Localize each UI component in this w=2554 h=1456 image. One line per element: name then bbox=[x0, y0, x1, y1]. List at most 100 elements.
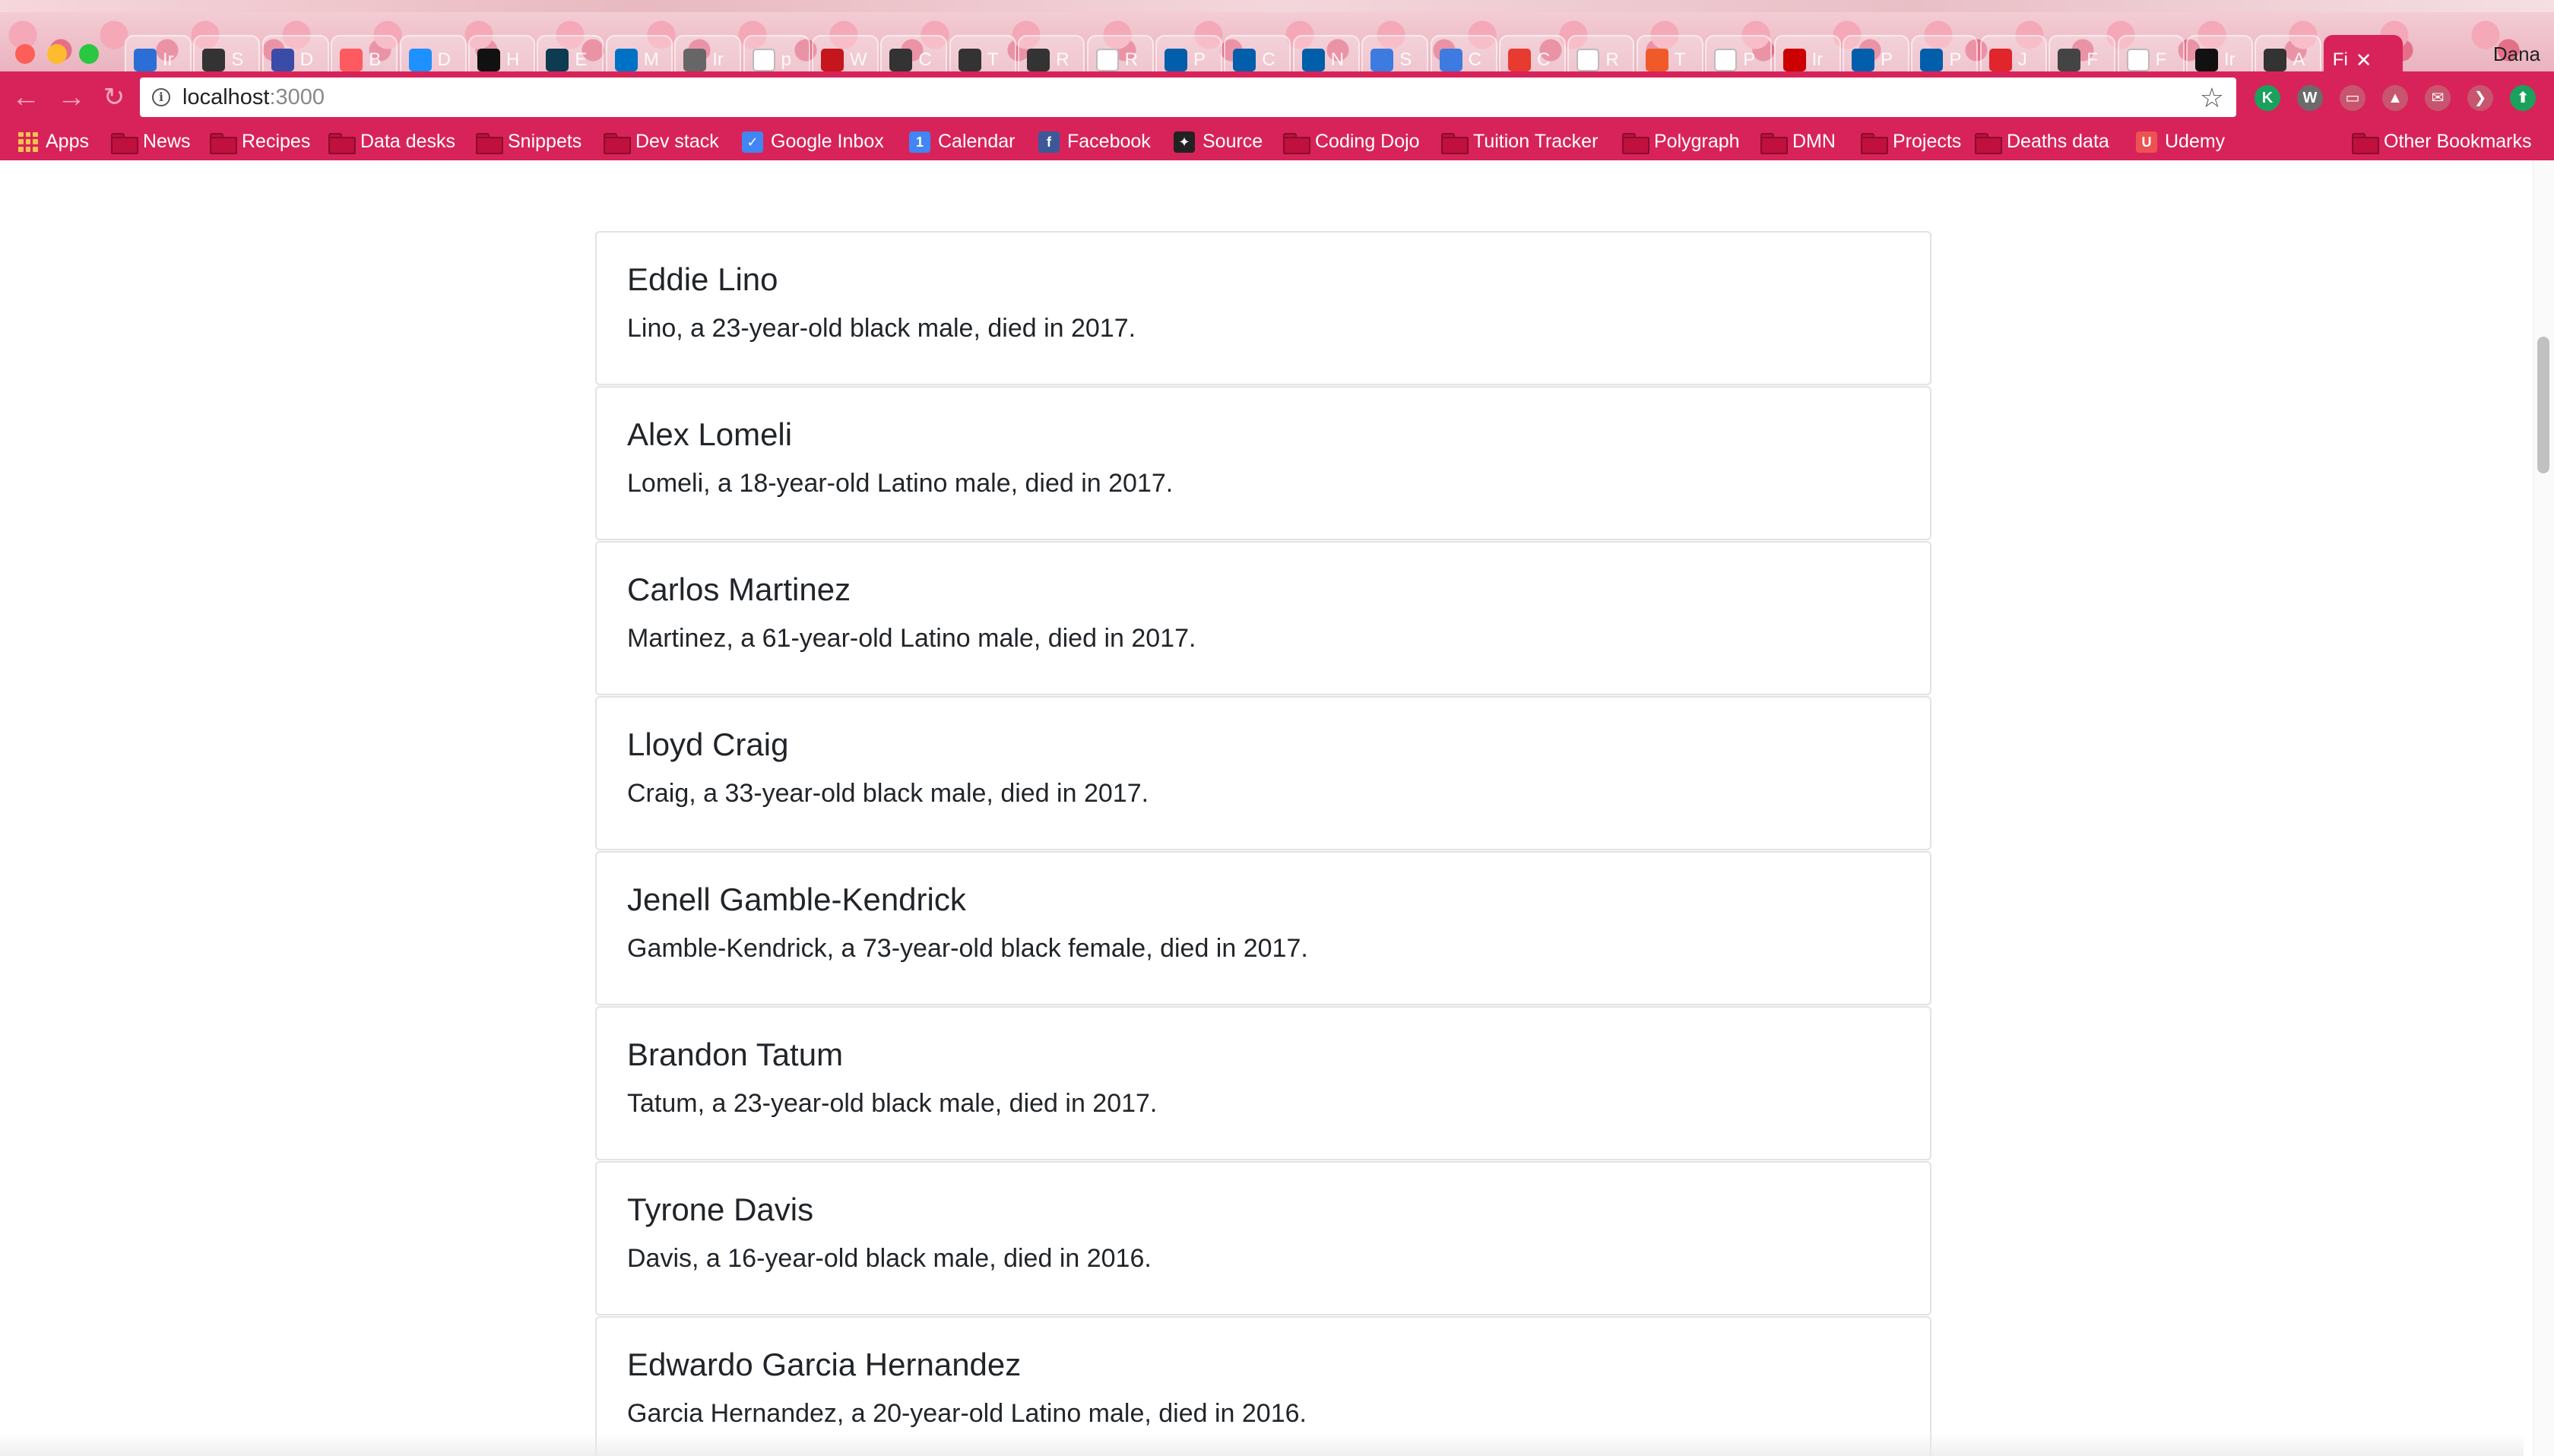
apps-grid-icon bbox=[18, 131, 38, 152]
person-name: Carlos Martinez bbox=[627, 571, 851, 607]
book-icon bbox=[2058, 49, 2081, 71]
tab-title: A bbox=[2293, 49, 2305, 70]
bookmark-tuition-tracker[interactable]: Tuition Tracker bbox=[1441, 123, 1598, 160]
info-icon[interactable]: i bbox=[152, 88, 170, 106]
calendar-icon: 1 bbox=[909, 131, 930, 153]
tab-title: Fi bbox=[2332, 49, 2348, 70]
cdc-icon bbox=[1852, 49, 1874, 71]
bookmarks-bar: Apps News Recipes Data desks Snippets Dev sta… bbox=[0, 123, 2554, 160]
url-text[interactable]: localhost:3000 bbox=[182, 85, 325, 110]
k-extension-icon[interactable]: K bbox=[2255, 85, 2280, 111]
tab-title: P bbox=[1881, 49, 1893, 70]
bar-chart-icon bbox=[2264, 49, 2287, 71]
tab-title: R bbox=[1605, 49, 1619, 70]
person-card: Carlos Martinez Martinez, a 61-year-old L… bbox=[595, 541, 1931, 695]
bookmark-label: Snippets bbox=[508, 131, 582, 152]
person-card: Alex Lomeli Lomeli, a 18-year-old Latino … bbox=[595, 386, 1931, 540]
maximize-window-button[interactable] bbox=[79, 44, 99, 64]
tab-title: C bbox=[918, 49, 932, 70]
tab-title: S bbox=[231, 49, 244, 70]
tab-title: C bbox=[1537, 49, 1551, 70]
d-icon bbox=[408, 49, 432, 71]
bookmark-coding-dojo[interactable]: Coding Dojo bbox=[1283, 123, 1420, 160]
bookmark-apps[interactable]: Apps bbox=[18, 123, 89, 160]
person-name: Jenell Gamble-Kendrick bbox=[627, 882, 966, 917]
bookmark-label: Deaths data bbox=[2007, 131, 2109, 152]
bookmark-google-inbox[interactable]: ✓ Google Inbox bbox=[742, 123, 884, 160]
bookmark-polygraph[interactable]: Polygraph bbox=[1622, 123, 1740, 160]
pocket-icon[interactable]: ❯ bbox=[2467, 85, 2493, 111]
bookmark-dmn[interactable]: DMN bbox=[1760, 123, 1836, 160]
folder-icon bbox=[111, 132, 138, 154]
folder-icon bbox=[604, 132, 631, 154]
scrollbar-thumb[interactable] bbox=[2537, 337, 2549, 473]
doc-icon bbox=[1095, 49, 1119, 71]
facebook-icon: f bbox=[1038, 131, 1060, 153]
tab-title: p bbox=[781, 49, 791, 70]
person-description: Gamble-Kendrick, a 73-year-old black fem… bbox=[627, 934, 1308, 963]
bookmark-label: DMN bbox=[1792, 131, 1836, 152]
person-name: Eddie Lino bbox=[627, 261, 778, 297]
bt-icon bbox=[1645, 49, 1668, 71]
bookmark-snippets[interactable]: Snippets bbox=[476, 123, 581, 160]
nyt-icon bbox=[477, 49, 500, 71]
udemy-icon: U bbox=[2136, 131, 2157, 153]
bookmark-calendar[interactable]: 1 Calendar bbox=[909, 123, 1015, 160]
w-extension-icon[interactable]: W bbox=[2297, 85, 2323, 111]
bookmark-facebook[interactable]: f Facebook bbox=[1038, 123, 1151, 160]
folder-icon bbox=[1441, 132, 1469, 154]
bookmark-udemy[interactable]: U Udemy bbox=[2136, 123, 2225, 160]
profile-name[interactable]: Dana bbox=[2493, 43, 2540, 66]
back-button[interactable]: ← bbox=[11, 82, 41, 112]
person-description: Garcia Hernandez, a 20-year-old Latino m… bbox=[627, 1399, 1307, 1428]
github-icon bbox=[2195, 49, 2218, 71]
bookmark-label: Source bbox=[1203, 131, 1263, 152]
scatter-icon bbox=[683, 49, 707, 71]
google-inbox-icon: ✓ bbox=[742, 131, 763, 153]
tab-title: M bbox=[643, 49, 659, 70]
person-name: Lloyd Craig bbox=[627, 726, 789, 762]
tab-title: D bbox=[299, 49, 314, 70]
tab-title: H bbox=[506, 49, 520, 70]
bookmark-source[interactable]: ✦ Source bbox=[1174, 123, 1263, 160]
close-window-button[interactable] bbox=[15, 44, 35, 64]
t-icon bbox=[1508, 49, 1531, 71]
bookmark-label: Facebook bbox=[1067, 131, 1151, 152]
close-tab-icon[interactable]: ✕ bbox=[2356, 49, 2372, 72]
bookmark-data-desks[interactable]: Data desks bbox=[328, 123, 455, 160]
people-list: Eddie Lino Lino, a 23-year-old black male… bbox=[595, 231, 1931, 1456]
person-description: Davis, a 16-year-old black male, died in… bbox=[627, 1244, 1152, 1273]
address-bar[interactable]: i localhost:3000 ☆ bbox=[140, 78, 2236, 117]
doc-icon bbox=[752, 49, 775, 71]
bookmark-recipes[interactable]: Recipes bbox=[210, 123, 310, 160]
page-viewport: Eddie Lino Lino, a 23-year-old black male… bbox=[0, 160, 2554, 1456]
tab-title: J bbox=[2017, 49, 2027, 70]
folder-icon bbox=[1622, 132, 1649, 154]
bookmark-label: Tuition Tracker bbox=[1473, 131, 1599, 152]
inbox-icon[interactable]: ✉ bbox=[2425, 85, 2451, 111]
scrollbar[interactable] bbox=[2533, 160, 2554, 1456]
tab-strip: Ir S D B D H E M Ir p W C T R R P C N S C C R T P Ir P P J F F Ir A Fi ✕ … bbox=[0, 12, 2554, 84]
person-description: Lomeli, a 18-year-old Latino male, died … bbox=[627, 469, 1174, 498]
update-icon[interactable]: ⬆ bbox=[2510, 85, 2536, 111]
forward-button[interactable]: → bbox=[56, 82, 87, 112]
person-name: Brandon Tatum bbox=[627, 1037, 844, 1072]
bookmark-label: Udemy bbox=[2165, 131, 2226, 152]
reload-button[interactable]: ↻ bbox=[99, 82, 129, 112]
tab-title: C bbox=[1468, 49, 1481, 70]
grid-icon bbox=[1439, 49, 1462, 71]
bookmark-projects[interactable]: Projects bbox=[1861, 123, 1961, 160]
browser-chrome: Ir S D B D H E M Ir p W C T R R P C N S C C R T P Ir P P J F F Ir A Fi ✕ … bbox=[0, 0, 2554, 160]
drive-icon[interactable]: ▲ bbox=[2382, 85, 2408, 111]
person-name: Edwardo Garcia Hernandez bbox=[627, 1347, 1022, 1382]
minimize-window-button[interactable] bbox=[47, 44, 67, 64]
other-bookmarks[interactable]: Other Bookmarks bbox=[2352, 123, 2532, 160]
bookmark-star-icon[interactable]: ☆ bbox=[2200, 82, 2224, 114]
bookmark-deaths-data[interactable]: Deaths data bbox=[1975, 123, 2109, 160]
tab-title: Ir bbox=[1811, 49, 1824, 70]
person-description: Lino, a 23-year-old black male, died in … bbox=[627, 314, 1136, 343]
cast-icon[interactable]: ▭ bbox=[2340, 85, 2365, 111]
folder-icon bbox=[1283, 132, 1310, 154]
bookmark-news[interactable]: News bbox=[111, 123, 191, 160]
bookmark-dev-stack[interactable]: Dev stack bbox=[604, 123, 719, 160]
